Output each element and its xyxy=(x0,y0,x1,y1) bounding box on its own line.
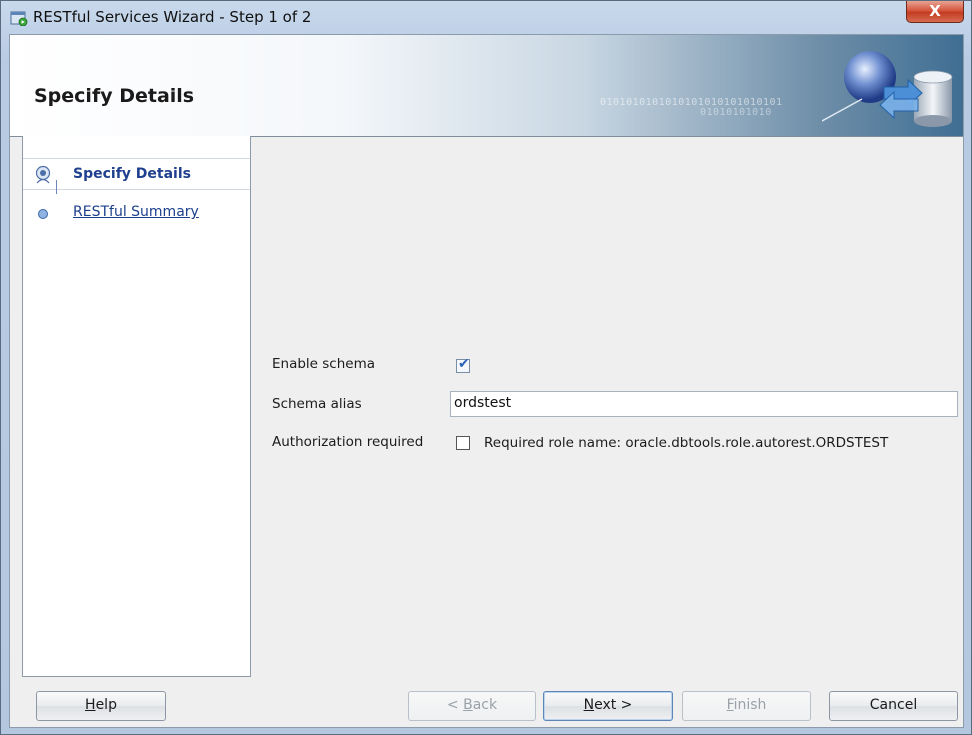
required-role-text: Required role name: oracle.dbtools.role.… xyxy=(484,435,889,451)
back-button-prefix: < xyxy=(446,697,464,713)
wizard-steps-pane: Specify Details RESTful Summary xyxy=(22,136,251,677)
title-bar[interactable]: RESTful Services Wizard - Step 1 of 2 X xyxy=(1,1,971,35)
step-item-restful-summary[interactable]: RESTful Summary xyxy=(23,197,250,227)
schema-alias-input[interactable]: ordstest xyxy=(450,391,958,417)
cancel-button-label: Cancel xyxy=(869,697,918,713)
enable-schema-label: Enable schema xyxy=(272,356,376,372)
authorization-required-label: Authorization required xyxy=(272,434,424,450)
back-mnemonic: B xyxy=(463,697,473,713)
back-button[interactable]: < Back xyxy=(408,691,536,721)
close-window-button[interactable]: X xyxy=(906,1,964,23)
wizard-client-area: Specify Details 010101010101010101010101… xyxy=(9,34,964,728)
wizard-window: RESTful Services Wizard - Step 1 of 2 X … xyxy=(0,0,972,735)
step-label-specify-details: Specify Details xyxy=(73,166,191,182)
banner-binary-text-2: 01010101010 xyxy=(700,107,772,118)
back-button-label: ack xyxy=(472,697,498,713)
pending-step-icon xyxy=(38,209,48,219)
finish-mnemonic: F xyxy=(726,697,734,713)
current-step-icon xyxy=(35,165,51,184)
header-banner: Specify Details 010101010101010101010101… xyxy=(10,35,963,137)
window-title: RESTful Services Wizard - Step 1 of 2 xyxy=(33,8,312,26)
cancel-button[interactable]: Cancel xyxy=(829,691,958,721)
details-form: Enable schema ✔ Schema alias ordstest Au… xyxy=(251,136,963,677)
close-icon: X xyxy=(929,2,941,20)
checkmark-icon: ✔ xyxy=(458,356,470,372)
next-button-label: ext > xyxy=(594,697,633,713)
help-button[interactable]: Help xyxy=(36,691,166,721)
enable-schema-checkbox[interactable]: ✔ xyxy=(456,356,470,373)
schema-alias-label: Schema alias xyxy=(272,396,362,412)
help-mnemonic: H xyxy=(85,697,96,713)
step-connector-line xyxy=(56,180,57,194)
help-button-label: elp xyxy=(95,697,117,713)
step-item-specify-details[interactable]: Specify Details xyxy=(23,158,250,190)
finish-button[interactable]: Finish xyxy=(682,691,811,721)
finish-button-label: inish xyxy=(733,697,767,713)
step-label-restful-summary[interactable]: RESTful Summary xyxy=(73,204,199,220)
page-title: Specify Details xyxy=(34,85,195,107)
next-button[interactable]: Next > xyxy=(543,691,673,721)
database-globe-icon xyxy=(822,51,953,127)
authorization-required-checkbox[interactable] xyxy=(456,436,470,450)
wizard-app-icon xyxy=(10,11,28,26)
next-mnemonic: N xyxy=(583,697,595,713)
